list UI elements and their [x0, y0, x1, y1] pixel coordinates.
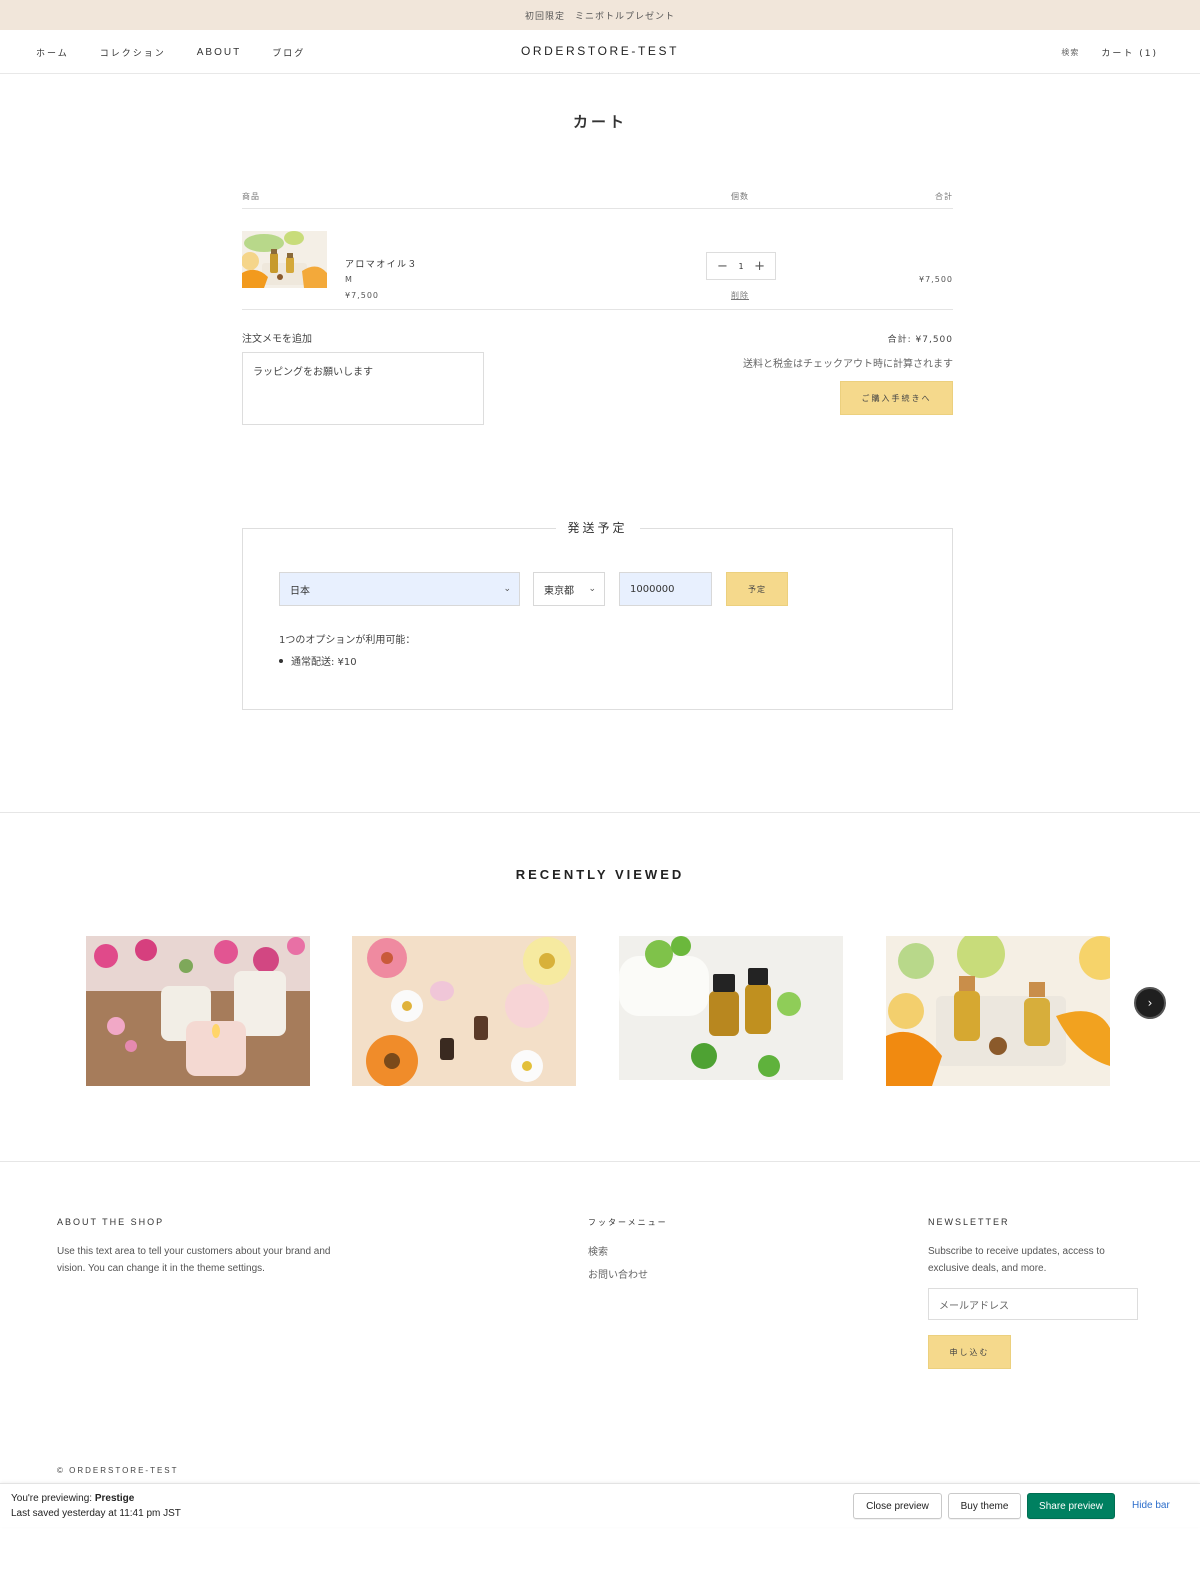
- recently-viewed-title: RECENTLY VIEWED: [515, 867, 685, 882]
- estimate-button[interactable]: 予定: [726, 572, 788, 606]
- page-title: カート: [572, 113, 627, 131]
- shipping-title: 発送予定: [555, 519, 640, 536]
- quantity-stepper: − 1 +: [706, 252, 776, 280]
- recent-product-candles[interactable]: [86, 936, 310, 1086]
- footer-newsletter-line-2: exclusive deals, and more.: [928, 1263, 1047, 1274]
- bullet-icon: [279, 658, 283, 663]
- product-price: ¥7,500: [345, 291, 379, 300]
- flowers-image: [352, 936, 576, 1086]
- cart-section: 商品 個数 合計 アロマオイル３ M ¥7,500 − 1 + 削除 ¥7,50…: [242, 189, 953, 425]
- shipping-estimator: 発送予定 日本 ⌄ 東京都 ⌄ 1000000 予定 1つのオプションが利用可能…: [242, 519, 953, 710]
- footer-newsletter-line-1: Subscribe to receive updates, access to: [928, 1246, 1105, 1257]
- line-total: ¥7,500: [919, 275, 953, 284]
- cart-table-header: 商品 個数 合計: [242, 189, 953, 209]
- section-divider: [0, 812, 1200, 813]
- footer-divider: [0, 1161, 1200, 1162]
- share-preview-button[interactable]: Share preview: [1027, 1493, 1115, 1519]
- order-note-label: 注文メモを追加: [242, 334, 312, 345]
- cart-item-row: アロマオイル３ M ¥7,500 − 1 + 削除 ¥7,500: [242, 209, 953, 310]
- footer-about-line-2: vision. You can change it in the theme s…: [57, 1263, 265, 1274]
- citrus-oils-image: [886, 936, 1110, 1086]
- footer-newsletter-title: NEWSLETTER: [928, 1217, 1010, 1227]
- email-field[interactable]: メールアドレス: [928, 1288, 1138, 1320]
- announcement-text: 初回限定 ミニボトルプレゼント: [524, 11, 675, 22]
- footer-newsletter-text: Subscribe to receive updates, access to …: [928, 1243, 1105, 1277]
- buy-theme-button[interactable]: Buy theme: [948, 1493, 1021, 1519]
- close-preview-button[interactable]: Close preview: [853, 1493, 942, 1519]
- preview-status: You're previewing: Prestige: [11, 1493, 134, 1504]
- shipping-option-text: 通常配送: ¥10: [291, 657, 357, 668]
- aroma-oil-image: [242, 231, 327, 288]
- order-note-field[interactable]: ラッピングをお願いします: [242, 352, 484, 425]
- cart-link[interactable]: カート (1): [1101, 46, 1158, 59]
- footer-about-line-1: Use this text area to tell your customer…: [57, 1246, 331, 1257]
- copyright: © ORDERSTORE-TEST: [57, 1466, 179, 1475]
- product-variant: M: [345, 275, 352, 284]
- prefecture-value: 東京都: [544, 585, 574, 597]
- preview-prefix: You're previewing:: [11, 1493, 93, 1504]
- minus-icon[interactable]: −: [717, 260, 728, 273]
- footer-menu-title: フッターメニュー: [588, 1218, 668, 1227]
- mint-oils-image: [619, 936, 843, 1080]
- recent-product-oils-citrus[interactable]: [886, 936, 1110, 1086]
- country-select[interactable]: 日本 ⌄: [279, 572, 520, 606]
- recent-product-oils-mint[interactable]: [619, 936, 843, 1080]
- store-logo[interactable]: ORDERSTORE-TEST: [0, 44, 1200, 58]
- product-thumbnail[interactable]: [242, 231, 327, 288]
- cart-subtotal: 合計: ¥7,500: [887, 335, 953, 345]
- theme-preview-bar: You're previewing: Prestige Last saved y…: [0, 1483, 1200, 1527]
- header-total: 合計: [935, 192, 953, 201]
- plus-icon[interactable]: +: [754, 260, 765, 273]
- quantity-value[interactable]: 1: [738, 262, 743, 271]
- header-product: 商品: [242, 192, 260, 201]
- country-value: 日本: [290, 585, 310, 597]
- chevron-down-icon: ⌄: [588, 584, 596, 594]
- header-quantity: 個数: [731, 192, 749, 201]
- footer-about-text: Use this text area to tell your customer…: [57, 1243, 330, 1277]
- preview-saved: Last saved yesterday at 11:41 pm JST: [11, 1508, 181, 1519]
- remove-link[interactable]: 削除: [731, 290, 749, 301]
- footer-link-search[interactable]: 検索: [588, 1243, 608, 1258]
- carousel-next-button[interactable]: ›: [1134, 987, 1166, 1019]
- footer-about-title: ABOUT THE SHOP: [57, 1217, 165, 1227]
- chevron-right-icon: ›: [1147, 996, 1153, 1010]
- search-link[interactable]: 検索: [1061, 47, 1079, 58]
- header-actions: 検索 カート (1): [1061, 30, 1158, 74]
- recent-product-flowers[interactable]: [352, 936, 576, 1086]
- shipping-option: 通常配送: ¥10: [279, 653, 357, 668]
- prefecture-select[interactable]: 東京都 ⌄: [533, 572, 605, 606]
- product-name[interactable]: アロマオイル３: [345, 257, 418, 270]
- checkout-button[interactable]: ご購入手続きへ: [840, 381, 953, 415]
- shipping-available-text: 1つのオプションが利用可能：: [279, 635, 416, 646]
- chevron-down-icon: ⌄: [503, 584, 511, 594]
- site-header: ホーム コレクション ABOUT ブログ ORDERSTORE-TEST 検索 …: [0, 30, 1200, 74]
- hide-bar-link[interactable]: Hide bar: [1132, 1500, 1170, 1511]
- footer-link-contact[interactable]: お問い合わせ: [588, 1266, 648, 1281]
- preview-theme-name: Prestige: [94, 1493, 135, 1504]
- zip-input[interactable]: 1000000: [619, 572, 712, 606]
- announcement-bar: 初回限定 ミニボトルプレゼント: [0, 0, 1200, 30]
- subscribe-button[interactable]: 申し込む: [928, 1335, 1011, 1369]
- candles-image: [86, 936, 310, 1086]
- tax-note: 送料と税金はチェックアウト時に計算されます: [743, 359, 953, 370]
